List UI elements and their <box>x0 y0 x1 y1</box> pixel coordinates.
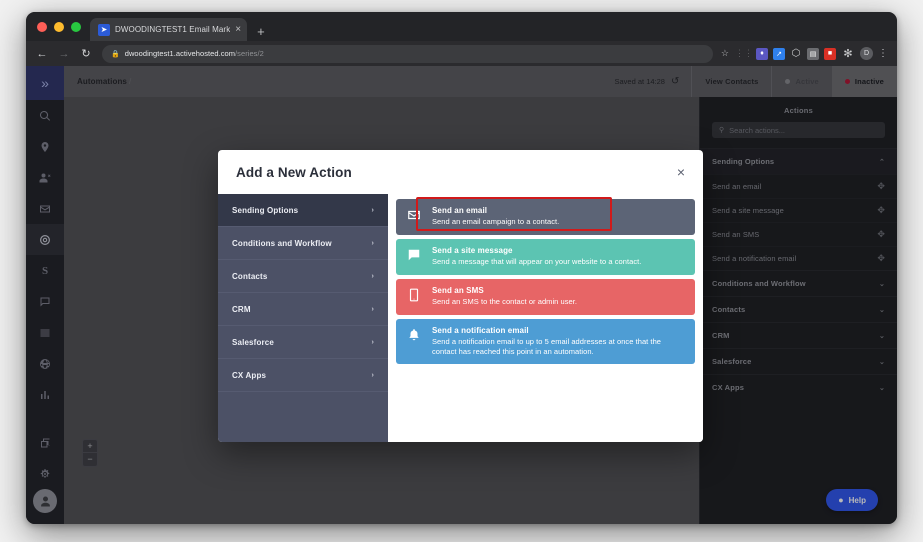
modal-nav-label: CX Apps <box>232 370 267 380</box>
modal-nav-filler <box>218 392 388 442</box>
tab-title: DWOODINGTEST1 Email Mark <box>115 25 231 34</box>
chat-bubble-icon <box>405 246 422 262</box>
action-card-title: Send an email <box>432 206 488 215</box>
action-card-send-an-email[interactable]: Send an email Send an email campaign to … <box>396 199 695 235</box>
modal-nav-item-cx-apps[interactable]: CX Apps › <box>218 359 388 392</box>
chevron-right-icon: › <box>371 305 374 313</box>
close-window-button[interactable] <box>37 21 47 32</box>
back-button-icon[interactable]: ← <box>32 44 52 64</box>
modal-nav-label: Sending Options <box>232 205 299 215</box>
action-card-text: Send a site message Send a message that … <box>432 246 686 267</box>
chevron-right-icon: › <box>371 338 374 346</box>
extension-icon-5[interactable]: ■ <box>824 47 836 60</box>
extensions-puzzle-icon[interactable]: ✻ <box>841 48 855 60</box>
browser-menu-icon[interactable]: ⋮ <box>878 48 888 60</box>
modal-nav-item-conditions-and-workflow[interactable]: Conditions and Workflow › <box>218 227 388 260</box>
extension-icon-1[interactable]: ♦ <box>756 47 768 60</box>
forward-button-icon[interactable]: → <box>54 44 74 64</box>
action-card-title: Send a site message <box>432 245 513 255</box>
modal-header: Add a New Action × <box>218 150 703 194</box>
action-card-send-a-notification-email[interactable]: Send a notification email Send a notific… <box>396 318 695 365</box>
url-text: dwoodingtest1.activehosted.com/series/2 <box>125 49 264 58</box>
chevron-right-icon: › <box>371 206 374 214</box>
modal-nav-item-sending-options[interactable]: Sending Options › <box>218 194 388 227</box>
chevron-right-icon: › <box>371 239 374 247</box>
chevron-right-icon: › <box>371 272 374 280</box>
close-icon[interactable]: × <box>677 165 685 179</box>
bell-icon <box>405 326 422 342</box>
extension-overflow-icon[interactable]: ⋮⋮ <box>735 48 753 60</box>
action-card-send-a-site-message[interactable]: Send a site message Send a message that … <box>396 238 695 275</box>
new-tab-button[interactable]: + <box>257 25 265 38</box>
action-card-text: Send an email Send an email campaign to … <box>432 206 686 227</box>
modal-nav-item-contacts[interactable]: Contacts › <box>218 260 388 293</box>
modal-nav-item-crm[interactable]: CRM › <box>218 293 388 326</box>
browser-tab[interactable]: ➤ DWOODINGTEST1 Email Mark × <box>90 18 248 41</box>
action-card-title: Send a notification email <box>432 325 529 335</box>
envelope-icon <box>405 206 422 222</box>
window-traffic-lights <box>34 12 90 41</box>
minimize-window-button[interactable] <box>54 21 64 32</box>
url-input[interactable]: 🔒 dwoodingtest1.activehosted.com/series/… <box>102 44 713 63</box>
extensions-tray: ⋮⋮ ♦ ↗ ⬡ ▤ ■ ✻ D ⋮ <box>735 47 888 60</box>
profile-avatar-icon[interactable]: D <box>860 47 873 60</box>
app-viewport: » S + − Automations / Saved at 14:28 ↺ V… <box>26 66 897 524</box>
action-card-send-an-sms[interactable]: Send an SMS Send an SMS to the contact o… <box>396 278 695 315</box>
extension-icon-2[interactable]: ↗ <box>773 47 785 60</box>
modal-nav-label: Conditions and Workflow <box>232 238 332 248</box>
url-path: /series/2 <box>235 49 264 58</box>
extension-icon-4[interactable]: ▤ <box>807 47 819 60</box>
modal-action-cards: Send an email Send an email campaign to … <box>388 194 703 442</box>
modal-title: Add a New Action <box>236 164 352 180</box>
action-card-title: Send an SMS <box>432 285 484 295</box>
url-domain: dwoodingtest1.activehosted.com <box>124 49 236 58</box>
browser-address-bar: ← → ↻ 🔒 dwoodingtest1.activehosted.com/s… <box>26 41 897 66</box>
modal-nav-label: CRM <box>232 304 251 314</box>
browser-tab-strip: ➤ DWOODINGTEST1 Email Mark × + <box>26 12 897 41</box>
extension-icon-3[interactable]: ⬡ <box>790 48 802 60</box>
action-card-desc: Send an SMS to the contact or admin user… <box>432 296 578 306</box>
reload-button-icon[interactable]: ↻ <box>76 44 96 64</box>
modal-nav-label: Salesforce <box>232 337 274 347</box>
modal-category-nav: Sending Options › Conditions and Workflo… <box>218 194 388 442</box>
action-card-desc: Send an email campaign to a contact. <box>432 217 560 226</box>
action-card-text: Send a notification email Send a notific… <box>432 326 686 357</box>
modal-nav-item-salesforce[interactable]: Salesforce › <box>218 326 388 359</box>
action-card-text: Send an SMS Send an SMS to the contact o… <box>432 286 686 307</box>
lock-icon: 🔒 <box>111 50 120 58</box>
maximize-window-button[interactable] <box>71 21 81 32</box>
modal-nav-label: Contacts <box>232 271 268 281</box>
mobile-phone-icon <box>405 286 422 302</box>
action-card-desc: Send a message that will appear on your … <box>432 256 642 266</box>
action-card-desc: Send a notification email to up to 5 ema… <box>432 336 662 356</box>
tab-close-icon[interactable]: × <box>235 24 241 35</box>
modal-body: Sending Options › Conditions and Workflo… <box>218 194 703 442</box>
add-new-action-modal: Add a New Action × Sending Options › Con… <box>218 150 703 442</box>
chevron-right-icon: › <box>371 371 374 379</box>
bookmark-star-icon[interactable]: ☆ <box>721 48 729 59</box>
browser-window: ➤ DWOODINGTEST1 Email Mark × + ← → ↻ 🔒 d… <box>26 12 897 524</box>
tab-favicon-icon: ➤ <box>98 23 110 36</box>
